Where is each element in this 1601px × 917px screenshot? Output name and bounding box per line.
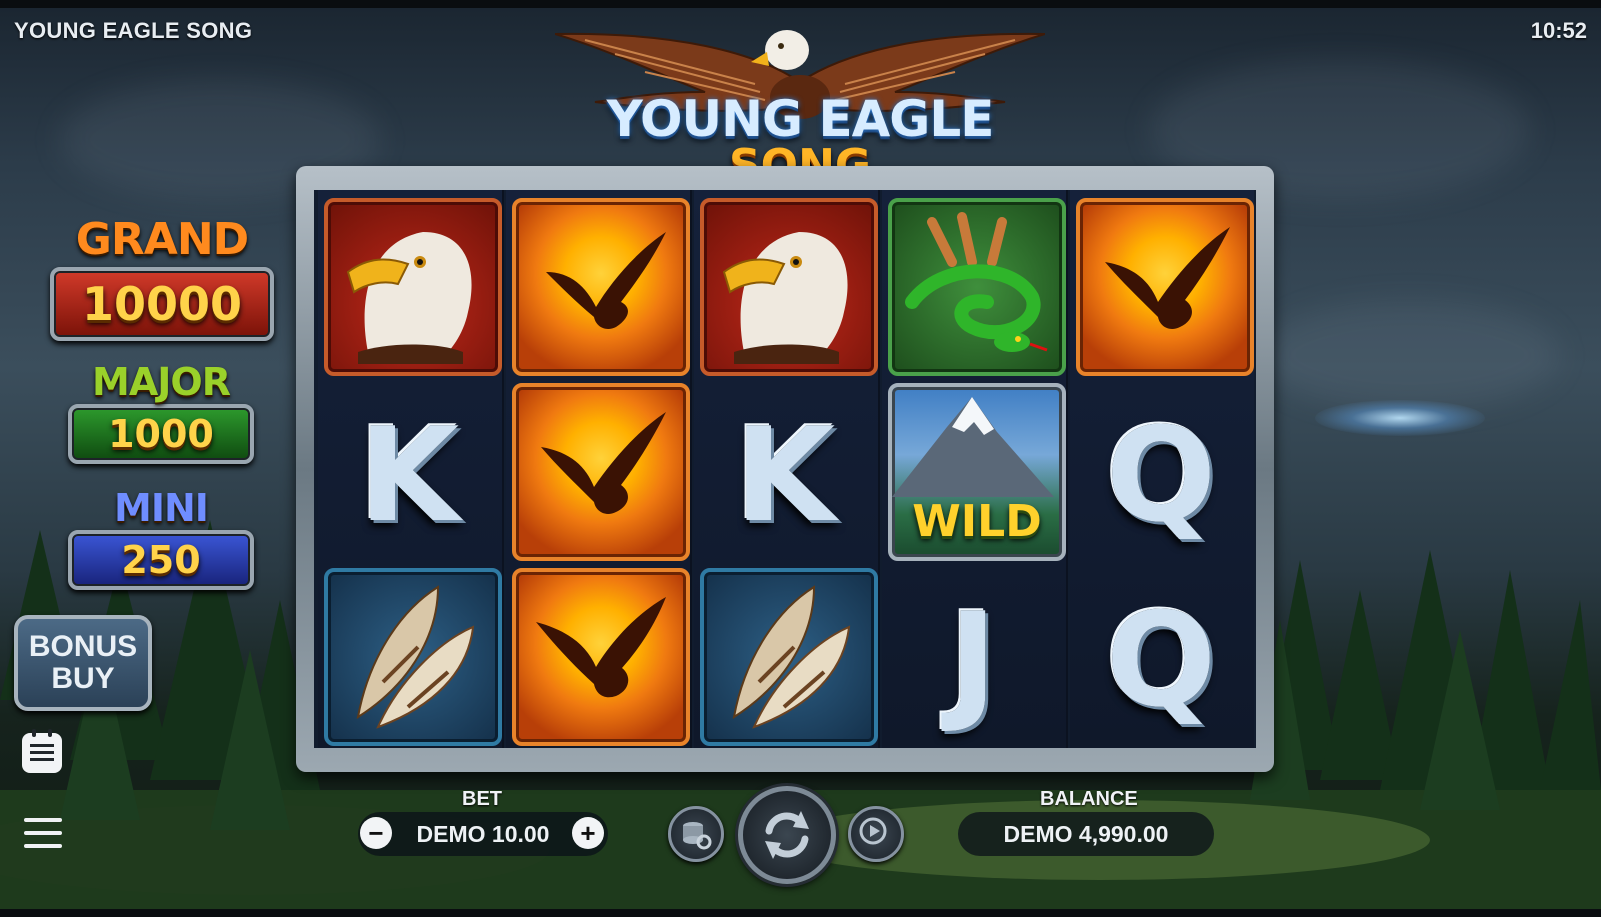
spin-icon <box>765 811 809 859</box>
eagle-head-icon <box>722 232 848 364</box>
wild-symbol: WILD <box>888 383 1066 561</box>
jackpot-grand-value: 10000 <box>50 267 274 341</box>
bet-pill: DEMO 10.00 <box>358 812 608 856</box>
letter-q-symbol: Q <box>1105 399 1217 551</box>
jackpot-major-label: MAJOR <box>92 360 231 404</box>
eagle-sun-symbol <box>512 568 690 746</box>
wild-label: WILD <box>912 496 1042 547</box>
jackpot-mini-label: MINI <box>114 486 209 530</box>
eagle-silhouette-icon <box>536 597 666 698</box>
letter-j-symbol: J <box>948 584 998 736</box>
eagle-silhouette-icon <box>541 412 666 514</box>
reel-area: K K WILD J Q Q <box>314 190 1256 748</box>
bonus-buy-line2: BUY <box>51 662 115 695</box>
reel-1: K <box>318 190 504 748</box>
eagle-sun-symbol <box>1076 198 1254 376</box>
bonus-buy-line1: BONUS <box>28 630 138 663</box>
letter-k-symbol: K <box>734 399 836 551</box>
jackpot-major-value: 1000 <box>68 404 254 464</box>
balance-value: DEMO 4,990.00 <box>958 812 1214 856</box>
coin-settings-icon[interactable] <box>668 806 724 862</box>
mountain-icon <box>892 397 1054 497</box>
jackpot-mini: MINI 250 <box>68 486 254 590</box>
game-title: YOUNG EAGLE SONG <box>14 18 253 43</box>
jackpot-major: MAJOR 1000 <box>68 360 254 464</box>
bet-value: DEMO 10.00 <box>416 821 550 847</box>
feathers-symbol <box>700 568 878 746</box>
bottom-border <box>0 909 1601 917</box>
jackpot-grand-label: GRAND <box>75 214 249 265</box>
menu-icon[interactable] <box>24 818 62 850</box>
jackpot-grand: GRAND 10000 <box>50 214 274 341</box>
spin-button[interactable] <box>738 786 836 884</box>
eagle-head-icon <box>346 232 472 364</box>
feathers-icon <box>732 585 851 729</box>
eagle-head-symbol <box>324 198 502 376</box>
paytable-icon[interactable] <box>22 729 62 773</box>
eagle-sun-symbol <box>512 198 690 376</box>
letter-k-symbol: K <box>358 399 460 551</box>
eagle-sun-symbol <box>512 383 690 561</box>
feathers-symbol <box>324 568 502 746</box>
bet-label: BET <box>462 788 502 810</box>
autoplay-glyph <box>859 817 887 845</box>
coin-stack-glyph <box>683 822 712 850</box>
clock: 10:52 <box>1530 18 1587 43</box>
bet-increase-button[interactable]: + <box>572 817 604 849</box>
bonus-buy-button[interactable]: BONUS BUY <box>14 615 152 711</box>
reel-5: Q Q <box>1070 190 1254 748</box>
eagle-silhouette-icon <box>1105 227 1230 329</box>
bet-decrease-button[interactable]: − <box>360 817 392 849</box>
autoplay-icon[interactable] <box>848 806 904 862</box>
reel-2 <box>506 190 692 748</box>
letter-q-symbol: Q <box>1105 584 1217 736</box>
feathers-icon <box>356 585 475 729</box>
jackpot-mini-value: 250 <box>68 530 254 590</box>
balance-label: BALANCE <box>1040 788 1138 810</box>
snake-talons-icon <box>905 212 1048 352</box>
eagle-silhouette-icon <box>546 232 666 329</box>
reel-4: WILD J <box>882 190 1068 748</box>
eagle-snake-symbol <box>888 198 1066 376</box>
game-screen: YOUNG EAGLE SONG 10:52 YOUNG EAGLE SONG … <box>0 0 1601 917</box>
reel-3: K <box>694 190 880 748</box>
eagle-head-symbol <box>700 198 878 376</box>
